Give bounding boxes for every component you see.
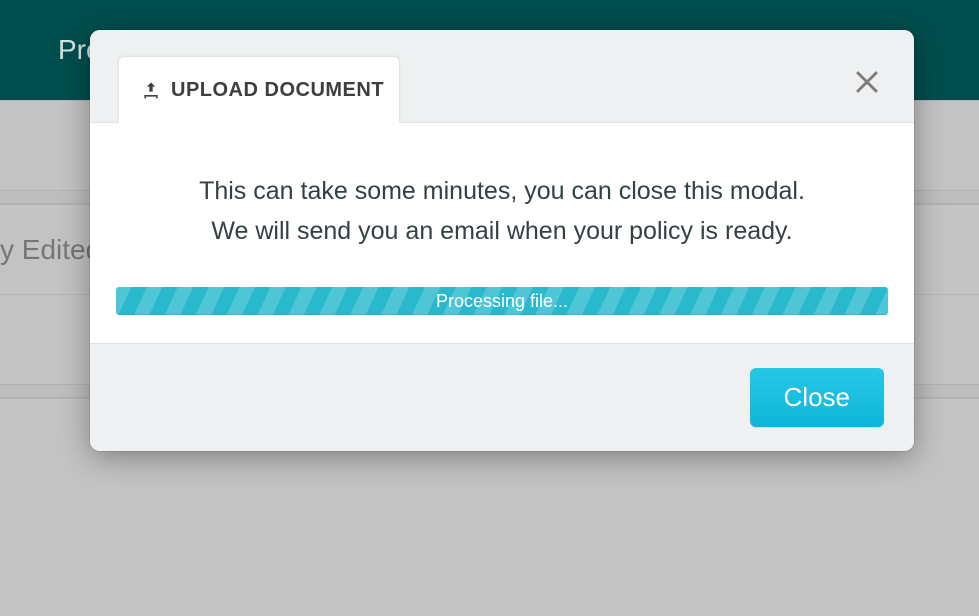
modal-header: UPLOAD DOCUMENT bbox=[90, 30, 914, 123]
progress-label: Processing file... bbox=[436, 291, 568, 312]
modal-body-line2: We will send you an email when your poli… bbox=[110, 211, 894, 251]
progress-bar: Processing file... bbox=[116, 287, 888, 315]
modal-tab-upload[interactable]: UPLOAD DOCUMENT bbox=[118, 56, 400, 123]
close-button[interactable]: Close bbox=[750, 368, 884, 427]
modal-close-x[interactable] bbox=[850, 63, 884, 97]
close-icon bbox=[850, 63, 884, 97]
upload-icon bbox=[141, 80, 161, 100]
upload-document-modal: UPLOAD DOCUMENT This can take some minut… bbox=[90, 30, 914, 451]
modal-footer: Close bbox=[90, 343, 914, 451]
modal-body-line1: This can take some minutes, you can clos… bbox=[110, 171, 894, 211]
modal-tab-label: UPLOAD DOCUMENT bbox=[171, 79, 384, 102]
modal-body: This can take some minutes, you can clos… bbox=[90, 123, 914, 343]
